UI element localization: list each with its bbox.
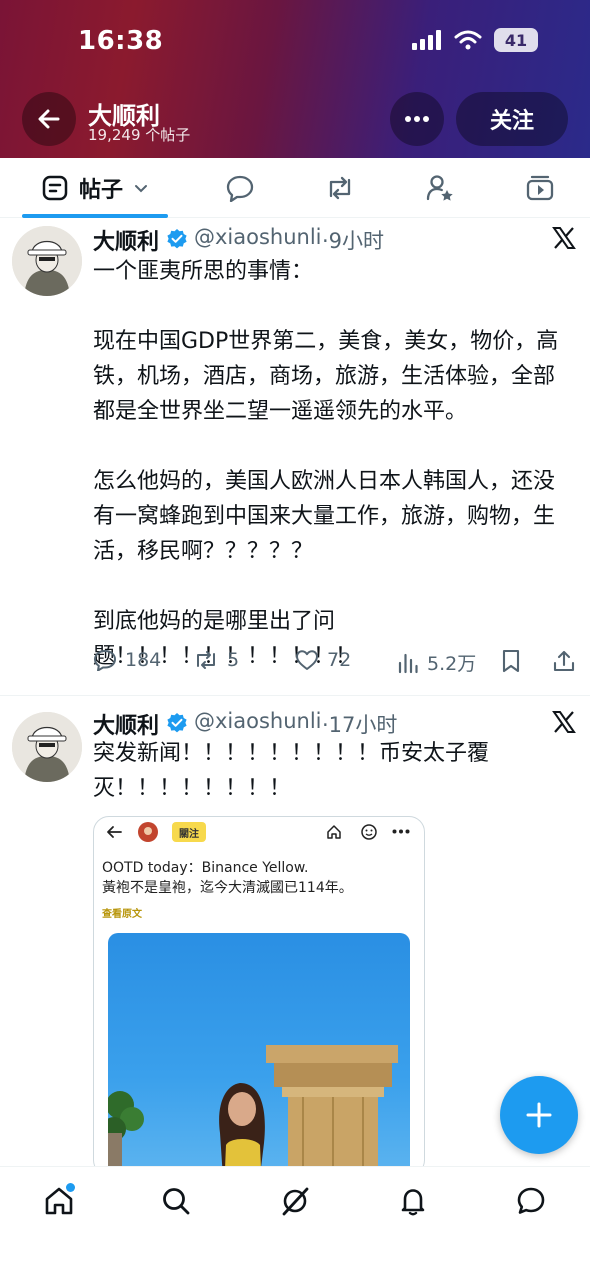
bell-icon (401, 1189, 425, 1216)
post-actions: 184 5 72 5.2万 (93, 649, 583, 679)
x-logo-icon (552, 227, 576, 249)
bookmark-button[interactable] (501, 649, 521, 673)
notification-dot (66, 1183, 75, 1192)
arrow-left-icon (38, 109, 60, 129)
verified-badge-icon (167, 229, 187, 249)
tab-replies[interactable] (210, 158, 270, 218)
post-handle[interactable]: @xiaoshunli (194, 225, 322, 249)
post-time: ·17小时 (322, 713, 398, 737)
tab-likes[interactable] (410, 158, 470, 218)
arrow-left-icon (107, 826, 122, 838)
nav-search[interactable] (146, 1181, 206, 1221)
post-text: 一个匪夷所思的事情： 现在中国GDP世界第二，美食，美女，物价，高铁，机场，酒店… (93, 259, 559, 669)
avatar-image (12, 712, 82, 782)
avatar-image (12, 226, 82, 296)
post-author-name[interactable]: 大顺利 (93, 224, 159, 256)
bottom-nav (0, 1166, 590, 1280)
x-logo-icon (552, 711, 576, 733)
tab-reposts[interactable] (310, 158, 370, 218)
avatar[interactable] (12, 226, 82, 296)
media-photo (108, 933, 410, 1175)
share-button[interactable] (553, 649, 575, 673)
verified-badge-icon (167, 713, 187, 733)
repost-count: 5 (227, 649, 240, 671)
battery-icon: 41 (494, 28, 538, 52)
post-time: ·9小时 (322, 229, 385, 253)
compose-button[interactable] (500, 1076, 578, 1154)
home-icon (327, 825, 341, 839)
repost-button[interactable]: 5 (193, 649, 239, 671)
plus-icon (526, 1102, 552, 1128)
avatar[interactable] (12, 712, 82, 782)
status-time: 16:38 (78, 26, 164, 56)
nav-grok[interactable] (265, 1181, 325, 1221)
nav-home[interactable] (29, 1181, 89, 1221)
reply-icon (226, 175, 254, 202)
repost-icon (197, 651, 215, 669)
more-button[interactable] (390, 92, 444, 146)
nav-messages[interactable] (501, 1181, 561, 1221)
views-button[interactable]: 5.2万 (397, 649, 476, 676)
reply-count: 184 (125, 649, 162, 671)
view-count: 5.2万 (427, 653, 477, 675)
emoji-icon (361, 824, 377, 840)
back-button[interactable] (22, 92, 76, 146)
post-media[interactable]: 關注 OOTD today：Binance Yellow. 黃袍不是皇袍，迄今大… (93, 816, 425, 1176)
media-follow-badge: 關注 (172, 822, 206, 842)
media-topbar: 關注 (94, 817, 424, 847)
nav-notifications[interactable] (383, 1181, 443, 1221)
chat-icon (517, 1187, 545, 1214)
share-icon (553, 650, 575, 672)
heart-icon (296, 650, 318, 670)
status-icons: 41 (412, 28, 538, 52)
profile-header: 16:38 41 大顺利 19,249 个帖子 关注 (0, 0, 590, 158)
like-count: 72 (327, 649, 352, 671)
avatar-small (138, 822, 158, 842)
signal-icon (412, 30, 441, 50)
like-button[interactable]: 72 (295, 649, 351, 671)
bookmark-icon (502, 649, 520, 673)
media-view-original: 查看原文 (102, 909, 142, 920)
reply-icon (94, 650, 116, 671)
media-caption-line2: 黃袍不是皇袍，迄今大清滅國已114年。 (102, 880, 353, 896)
post-item[interactable]: 大顺利 @xiaoshunli ·9小时 一个匪夷所思的事情： 现在中国GDP世… (0, 218, 590, 696)
repost-icon (329, 176, 351, 200)
chevron-down-icon (135, 185, 147, 193)
video-icon (526, 175, 554, 201)
header-post-count: 19,249 个帖子 (88, 126, 191, 144)
media-caption-line1: OOTD today：Binance Yellow. (102, 860, 309, 876)
person-star-icon (426, 175, 453, 201)
post-handle[interactable]: @xiaoshunli (194, 709, 322, 733)
more-icon (392, 829, 410, 834)
posts-icon (42, 175, 68, 201)
tab-posts[interactable]: 帖子 (22, 158, 168, 218)
tab-posts-label: 帖子 (78, 178, 123, 203)
more-icon (405, 116, 429, 122)
post-text: 突发新闻！！！！！！！！！币安太子覆 灭！！！！！！！！ (93, 741, 490, 801)
search-icon (163, 1188, 190, 1215)
grok-icon (282, 1187, 309, 1216)
profile-tabs: 帖子 (0, 158, 590, 218)
reply-button[interactable]: 184 (93, 649, 161, 671)
photo-scene (108, 1045, 398, 1175)
follow-button[interactable]: 关注 (456, 92, 568, 146)
wifi-icon (454, 30, 482, 50)
tab-media[interactable] (510, 158, 570, 218)
analytics-icon (398, 653, 418, 673)
